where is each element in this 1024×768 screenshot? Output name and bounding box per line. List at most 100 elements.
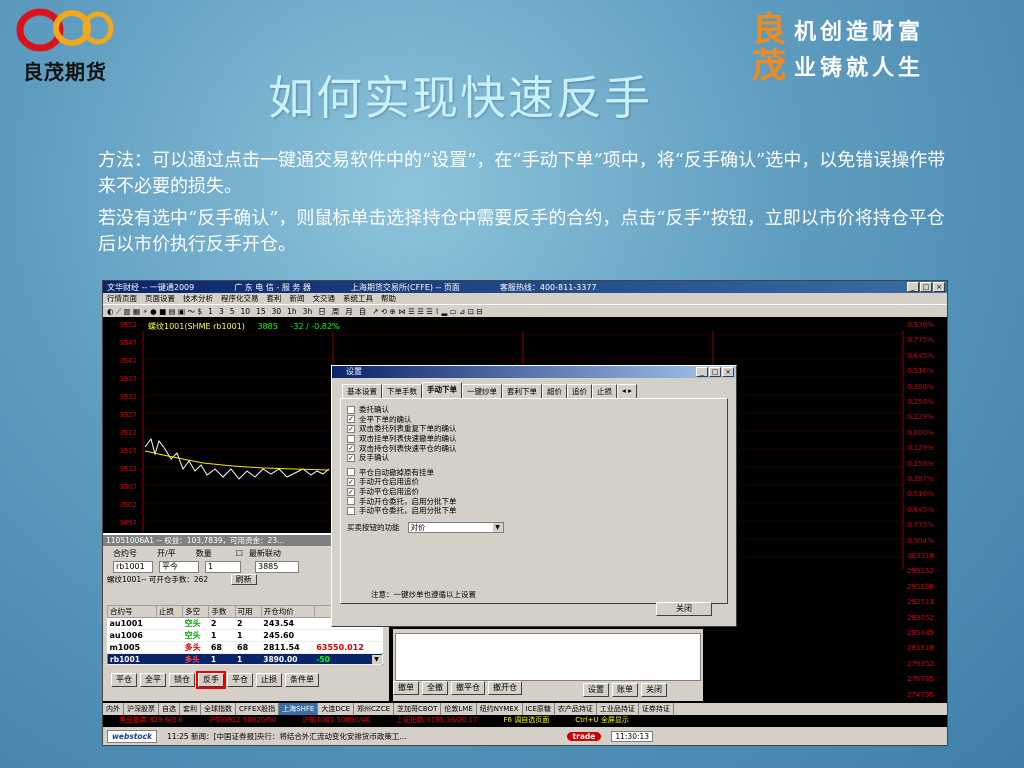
trade-button[interactable]: trade (566, 731, 602, 741)
tab-manual-order[interactable]: 手动下单 (422, 382, 462, 398)
qty-input[interactable]: 1 (205, 561, 241, 573)
tab-one-key[interactable]: 一键炒单 (462, 384, 502, 398)
stop-loss-button[interactable]: 止损 (256, 673, 282, 687)
lock-button[interactable]: 锁仓 (169, 673, 195, 687)
market-tab[interactable]: 上海SHFE (279, 703, 319, 715)
checkbox-checked-icon[interactable]: ✓ (347, 424, 355, 433)
checkbox-icon[interactable] (347, 497, 355, 506)
market-tab[interactable]: ICE原糖 (523, 703, 555, 715)
latest-checkbox[interactable]: ☐ (236, 549, 243, 558)
toolbar-icons[interactable]: ◐ ⟋ ▥ ▦ ⚡ ● ■ ▤ ▣ 〜 $ (107, 306, 202, 317)
cancel-open-button[interactable]: 撤开仓 (488, 681, 522, 695)
period-day[interactable]: 日 (318, 306, 326, 317)
settings-button[interactable]: 设置 (583, 683, 609, 697)
market-tab[interactable]: 套利 (180, 703, 201, 715)
tab-scroll-arrows[interactable]: ◂ ▸ (617, 384, 637, 398)
period-3[interactable]: 3 (219, 307, 224, 316)
cancel-all-button[interactable]: 全撤 (422, 681, 448, 695)
function-select[interactable]: 对价 (407, 521, 504, 533)
checkbox-checked-icon[interactable]: ✓ (347, 477, 355, 486)
table-row[interactable]: au1006 空头 1 1 245.60 (107, 629, 383, 642)
market-tab[interactable]: 郑州CZCE (354, 703, 395, 715)
checkbox-checked-icon[interactable]: ✓ (347, 453, 355, 462)
menu-item[interactable]: 文交通 (313, 293, 336, 304)
tab-stop-loss[interactable]: 止损 (592, 384, 617, 398)
menu-item[interactable]: 行情页面 (107, 293, 137, 304)
refresh-button[interactable]: 刷新 (230, 574, 257, 585)
drawing-tools-icons[interactable]: ↗ ⟲ ⊕ ⋈ ☰ ☰ ☰ ⌇ ▂ ▭ ⊿ ⊡ ⊟ (372, 307, 483, 316)
news-ticker[interactable]: 11:25 新闻：[中国证券报]央行：将结合外汇流动变化安排货币政策工... (167, 731, 407, 742)
market-tab[interactable]: 大连DCE (318, 703, 355, 715)
price-input[interactable]: 3885 (255, 561, 299, 573)
menu-item[interactable]: 新闻 (290, 293, 305, 304)
tab-chase-price[interactable]: 追价 (567, 384, 592, 398)
market-tab[interactable]: 农产品持证 (555, 703, 597, 715)
checkbox-icon[interactable] (347, 506, 355, 515)
period-week[interactable]: 周 (332, 306, 340, 317)
statement-button[interactable]: 账单 (612, 683, 638, 697)
maximize-icon[interactable]: □ (920, 282, 932, 292)
market-tab[interactable]: 内外 (103, 703, 124, 715)
period-month[interactable]: 月 (345, 306, 353, 317)
market-tab[interactable]: 伦敦LME (441, 703, 477, 715)
close-icon[interactable]: × (933, 282, 945, 292)
minimize-icon[interactable]: _ (696, 367, 708, 377)
period-1[interactable]: 1 (208, 307, 213, 316)
period-3h[interactable]: 3h (303, 307, 313, 316)
market-tab[interactable]: 证券持证 (639, 703, 674, 715)
menu-item[interactable]: 系统工具 (343, 293, 373, 304)
conditional-order-button[interactable]: 条件单 (285, 673, 319, 687)
market-tab[interactable]: CFFEX股指 (236, 703, 280, 715)
tab-over-price[interactable]: 超价 (542, 384, 567, 398)
col-header[interactable]: 合约号 (107, 605, 157, 618)
market-tab[interactable]: 自选 (159, 703, 180, 715)
menu-item[interactable]: 技术分析 (183, 293, 213, 304)
cancel-order-button[interactable]: 撤单 (393, 681, 419, 695)
market-tab[interactable]: 全球指数 (201, 703, 236, 715)
close-panel-button[interactable]: 关闭 (641, 683, 667, 697)
checkbox-checked-icon[interactable]: ✓ (347, 444, 355, 453)
close-position-button[interactable]: 平仓 (111, 673, 137, 687)
menu-item[interactable]: 套利 (267, 293, 282, 304)
minimize-icon[interactable]: _ (907, 282, 919, 292)
checkbox-checked-icon[interactable]: ✓ (347, 415, 355, 424)
cancel-close-button[interactable]: 撤平仓 (451, 681, 485, 695)
close-position-button-2[interactable]: 平仓 (227, 673, 253, 687)
menu-item[interactable]: 帮助 (381, 293, 396, 304)
contract-input[interactable]: rb1001 (113, 561, 153, 573)
table-row-selected[interactable]: rb1001 多头 1 1 3890.00 -50 (107, 653, 383, 665)
table-row[interactable]: m1005 多头 68 68 2811.54 63550.012 (107, 641, 383, 654)
close-icon[interactable]: × (722, 367, 734, 377)
period-1h[interactable]: 1h (287, 307, 297, 316)
reverse-button[interactable]: 反手 (196, 671, 226, 689)
market-tab[interactable]: 沪深股票 (124, 703, 159, 715)
col-header[interactable]: 止损 (155, 605, 184, 618)
option-row[interactable]: ✓ 双击持仓列表快速平仓的确认 (347, 443, 721, 453)
market-tab[interactable]: 芝加哥CBOT (394, 703, 442, 715)
market-tab[interactable]: 纽约NYMEX (477, 703, 523, 715)
col-header[interactable]: 手数 (208, 605, 236, 618)
market-tab[interactable]: 工业品持证 (597, 703, 639, 715)
period-30[interactable]: 30 (272, 307, 282, 316)
col-header[interactable]: 多空 (182, 605, 210, 618)
orders-list[interactable] (395, 633, 701, 681)
col-header[interactable]: 开仓均价 (260, 605, 315, 618)
option-row[interactable]: ✓ 反手确认 (347, 453, 721, 463)
close-all-button[interactable]: 全平 (140, 673, 166, 687)
menu-item[interactable]: 页面设置 (145, 293, 175, 304)
period-custom[interactable]: 自 (359, 306, 367, 317)
checkbox-checked-icon[interactable]: ✓ (347, 487, 355, 496)
period-5[interactable]: 5 (230, 307, 235, 316)
tab-basic[interactable]: 基本设置 (342, 384, 382, 398)
dialog-close-button[interactable]: 关闭 (656, 602, 712, 616)
maximize-icon[interactable]: □ (709, 367, 721, 377)
option-row[interactable]: 手动平仓委托，启用分批下单 (347, 506, 721, 516)
checkbox-icon[interactable] (347, 468, 355, 477)
kaiping-select[interactable]: 平今 (159, 561, 199, 573)
tab-arbitrage[interactable]: 套利下单 (502, 384, 542, 398)
tab-order-qty[interactable]: 下单手数 (382, 384, 422, 398)
period-10[interactable]: 10 (241, 307, 251, 316)
period-15[interactable]: 15 (256, 307, 266, 316)
checkbox-icon[interactable] (347, 405, 355, 414)
checkbox-icon[interactable] (347, 434, 355, 443)
